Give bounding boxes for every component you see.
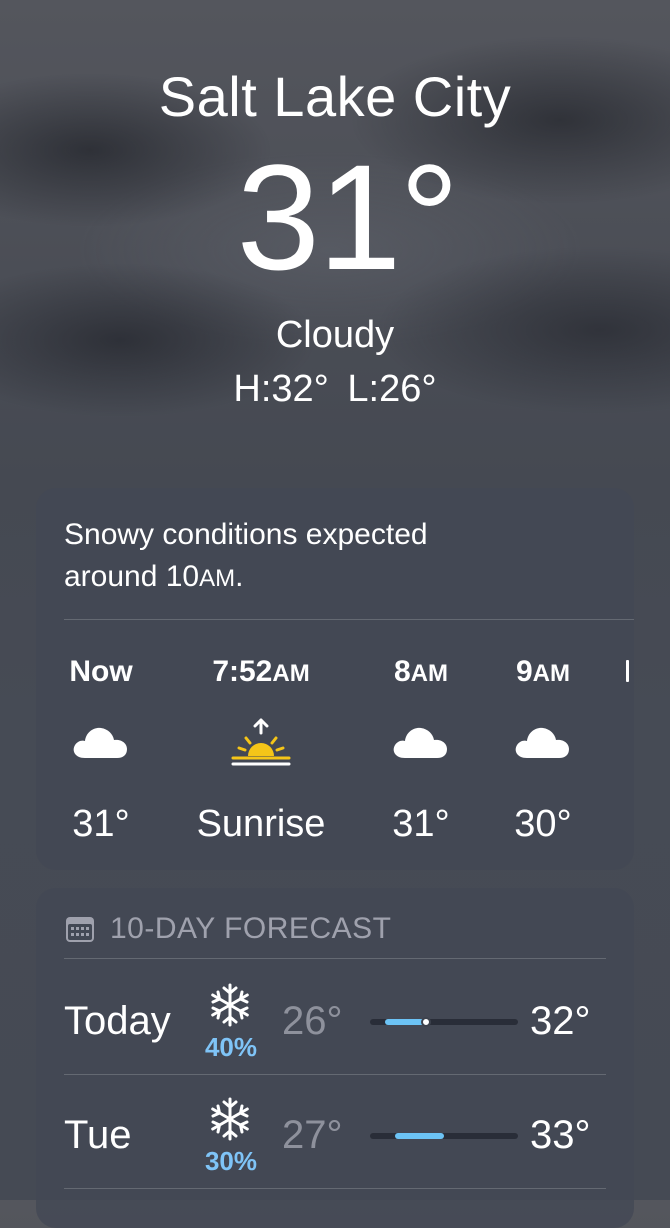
current-weather-header: Salt Lake City 31° Cloudy H:32° L:26° <box>0 0 670 440</box>
forecast-low: 26° <box>282 999 343 1043</box>
calendar-icon <box>64 914 96 944</box>
hour-label: 7:52AM <box>212 655 310 688</box>
precipitation-chance: 30% <box>204 1146 258 1176</box>
precipitation-chance: 40% <box>204 1032 258 1062</box>
hour-temperature: 31° <box>392 803 450 845</box>
temperature-range-bar <box>370 1133 518 1139</box>
forecast-high: 32° <box>530 999 591 1043</box>
card-divider <box>64 958 606 959</box>
temperature-range-fill <box>395 1133 444 1139</box>
current-temperature-marker <box>421 1017 432 1027</box>
hour-item-sunrise[interactable]: 7:52AM Sunrise <box>182 488 340 870</box>
temperature-range-bar <box>370 1017 518 1027</box>
hour-temperature: 31° <box>72 803 130 845</box>
cloud-icon <box>69 718 133 768</box>
hour-label: Now <box>69 655 133 688</box>
snowflake-icon <box>208 1096 252 1142</box>
high-low-temperature: H:32° L:26° <box>233 368 437 410</box>
hour-label: 9AM <box>515 655 570 688</box>
current-condition: Cloudy <box>275 314 395 356</box>
hour-item-partial <box>624 654 634 690</box>
ten-day-forecast-card[interactable]: 10-DAY FORECAST Today 40% 26° 32° Tue 30… <box>36 888 634 1228</box>
hour-item-8am[interactable]: 8AM 31° <box>366 488 476 870</box>
forecast-day: Today <box>64 999 171 1043</box>
temperature-range-fill <box>384 1019 427 1025</box>
card-divider <box>64 1188 606 1189</box>
cloud-icon <box>511 718 575 768</box>
forecast-title: 10-DAY FORECAST <box>110 912 392 945</box>
forecast-row[interactable]: Today 40% 26° 32° <box>36 964 634 1078</box>
snowflake-icon <box>208 982 252 1028</box>
sunrise-icon <box>229 718 293 768</box>
card-divider <box>64 1074 606 1075</box>
hourly-forecast-card[interactable]: Snowy conditions expected around 10AM. N… <box>36 488 634 870</box>
forecast-row[interactable]: Tue 30% 27° 33° <box>36 1078 634 1192</box>
forecast-day: Tue <box>64 1113 132 1157</box>
hour-item-now[interactable]: Now 31° <box>46 488 156 870</box>
cloud-icon <box>389 718 453 768</box>
city-name: Salt Lake City <box>158 65 512 128</box>
forecast-high: 33° <box>530 1113 591 1157</box>
forecast-low: 27° <box>282 1113 343 1157</box>
hour-temperature: 30° <box>514 803 572 845</box>
hour-label: 8AM <box>393 655 448 688</box>
current-temperature: 31° <box>236 133 460 301</box>
hour-temperature: Sunrise <box>196 803 326 845</box>
hour-item-9am[interactable]: 9AM 30° <box>488 488 598 870</box>
